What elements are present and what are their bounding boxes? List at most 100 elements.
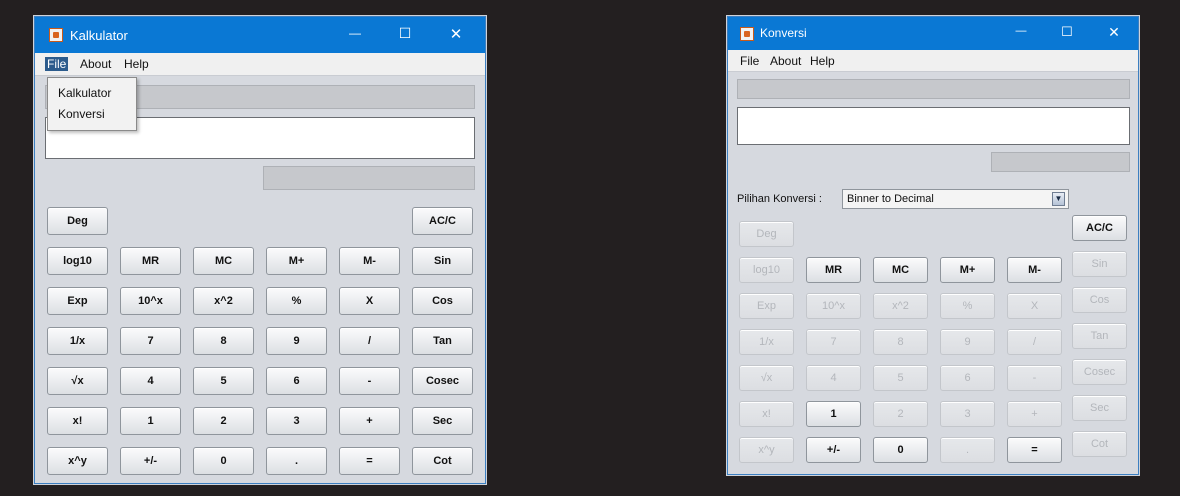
cos-button[interactable]: Cos	[412, 287, 473, 315]
title-bar[interactable]: Kalkulator — ☐ ✕	[35, 17, 485, 53]
n8-button[interactable]: 8	[193, 327, 254, 355]
sub-button[interactable]: -	[339, 367, 400, 395]
menu-about[interactable]: About	[768, 54, 803, 68]
result-display[interactable]	[737, 107, 1130, 145]
menu-about[interactable]: About	[78, 57, 113, 71]
n3-button[interactable]: 3	[266, 407, 327, 435]
exp-button[interactable]: Exp	[47, 287, 108, 315]
tan-button: Tan	[1072, 323, 1127, 349]
tan-button[interactable]: Tan	[412, 327, 473, 355]
add-button: +	[1007, 401, 1062, 427]
menu-bar: File About Help	[35, 53, 485, 76]
deg-button: Deg	[739, 221, 794, 247]
mc-button[interactable]: MC	[193, 247, 254, 275]
pct-button: %	[940, 293, 995, 319]
menu-file[interactable]: File	[738, 54, 761, 68]
fact-button[interactable]: x!	[47, 407, 108, 435]
mplus-button[interactable]: M+	[940, 257, 995, 283]
menu-item-kalkulator[interactable]: Kalkulator	[58, 86, 111, 100]
conversion-option-label: Pilihan Konversi :	[737, 193, 822, 205]
memory-display	[991, 152, 1130, 172]
mplus-button[interactable]: M+	[266, 247, 327, 275]
menu-help[interactable]: Help	[122, 57, 151, 71]
n3-button: 3	[940, 401, 995, 427]
conversion-option-value: Binner to Decimal	[847, 193, 934, 205]
neg-button[interactable]: +/-	[806, 437, 861, 463]
xpowy-button: x^y	[739, 437, 794, 463]
mr-button[interactable]: MR	[120, 247, 181, 275]
n9-button[interactable]: 9	[266, 327, 327, 355]
cot-button: Cot	[1072, 431, 1127, 457]
n1-button[interactable]: 1	[120, 407, 181, 435]
mul-button[interactable]: X	[339, 287, 400, 315]
mminus-button[interactable]: M-	[339, 247, 400, 275]
window-title: Konversi	[760, 26, 807, 40]
n0-button[interactable]: 0	[873, 437, 928, 463]
chevron-down-icon: ▼	[1052, 192, 1065, 206]
java-app-icon	[49, 28, 63, 42]
conversion-option-select[interactable]: Binner to Decimal ▼	[842, 189, 1069, 209]
maximize-button[interactable]: ☐	[385, 25, 425, 42]
sin-button[interactable]: Sin	[412, 247, 473, 275]
tenx-button: 10^x	[806, 293, 861, 319]
xpowy-button[interactable]: x^y	[47, 447, 108, 475]
inv-button[interactable]: 1/x	[47, 327, 108, 355]
n5-button[interactable]: 5	[193, 367, 254, 395]
n2-button[interactable]: 2	[193, 407, 254, 435]
sub-button: -	[1007, 365, 1062, 391]
deg-button[interactable]: Deg	[47, 207, 108, 235]
n1-button[interactable]: 1	[806, 401, 861, 427]
tenx-button[interactable]: 10^x	[120, 287, 181, 315]
menu-help[interactable]: Help	[808, 54, 837, 68]
menu-bar: File About Help	[728, 50, 1138, 72]
minimize-button[interactable]: —	[335, 26, 375, 40]
mc-button[interactable]: MC	[873, 257, 928, 283]
n6-button[interactable]: 6	[266, 367, 327, 395]
n7-button[interactable]: 7	[120, 327, 181, 355]
log10-button[interactable]: log10	[47, 247, 108, 275]
file-menu-dropdown: Kalkulator Konversi	[47, 77, 137, 131]
kalkulator-window: Kalkulator — ☐ ✕ File About Help Kalkula…	[34, 16, 486, 484]
close-button[interactable]: ✕	[435, 25, 477, 43]
exp-button: Exp	[739, 293, 794, 319]
n2-button: 2	[873, 401, 928, 427]
close-button[interactable]: ✕	[1094, 24, 1134, 41]
cot-button[interactable]: Cot	[412, 447, 473, 475]
fact-button: x!	[739, 401, 794, 427]
add-button[interactable]: +	[339, 407, 400, 435]
sqrt-button: √x	[739, 365, 794, 391]
menu-file[interactable]: File	[45, 57, 69, 71]
memory-display	[263, 166, 475, 190]
sec-button[interactable]: Sec	[412, 407, 473, 435]
n4-button[interactable]: 4	[120, 367, 181, 395]
n7-button: 7	[806, 329, 861, 355]
title-bar[interactable]: Konversi — ☐ ✕	[728, 17, 1138, 50]
cosec-button[interactable]: Cosec	[412, 367, 473, 395]
xsq-button[interactable]: x^2	[193, 287, 254, 315]
menu-item-konversi[interactable]: Konversi	[58, 107, 105, 121]
maximize-button[interactable]: ☐	[1048, 24, 1086, 40]
dot-button[interactable]: .	[266, 447, 327, 475]
minimize-button[interactable]: —	[1002, 25, 1040, 37]
sqrt-button[interactable]: √x	[47, 367, 108, 395]
eq-button[interactable]: =	[339, 447, 400, 475]
mminus-button[interactable]: M-	[1007, 257, 1062, 283]
n5-button: 5	[873, 365, 928, 391]
dot-button: .	[940, 437, 995, 463]
sec-button: Sec	[1072, 395, 1127, 421]
mr-button[interactable]: MR	[806, 257, 861, 283]
n0-button[interactable]: 0	[193, 447, 254, 475]
div-button: /	[1007, 329, 1062, 355]
acc-button[interactable]: AC/C	[1072, 215, 1127, 241]
java-app-icon	[740, 27, 754, 41]
div-button[interactable]: /	[339, 327, 400, 355]
inv-button: 1/x	[739, 329, 794, 355]
xsq-button: x^2	[873, 293, 928, 319]
cos-button: Cos	[1072, 287, 1127, 313]
acc-button[interactable]: AC/C	[412, 207, 473, 235]
pct-button[interactable]: %	[266, 287, 327, 315]
eq-button[interactable]: =	[1007, 437, 1062, 463]
expression-display	[737, 79, 1130, 99]
neg-button[interactable]: +/-	[120, 447, 181, 475]
n8-button: 8	[873, 329, 928, 355]
